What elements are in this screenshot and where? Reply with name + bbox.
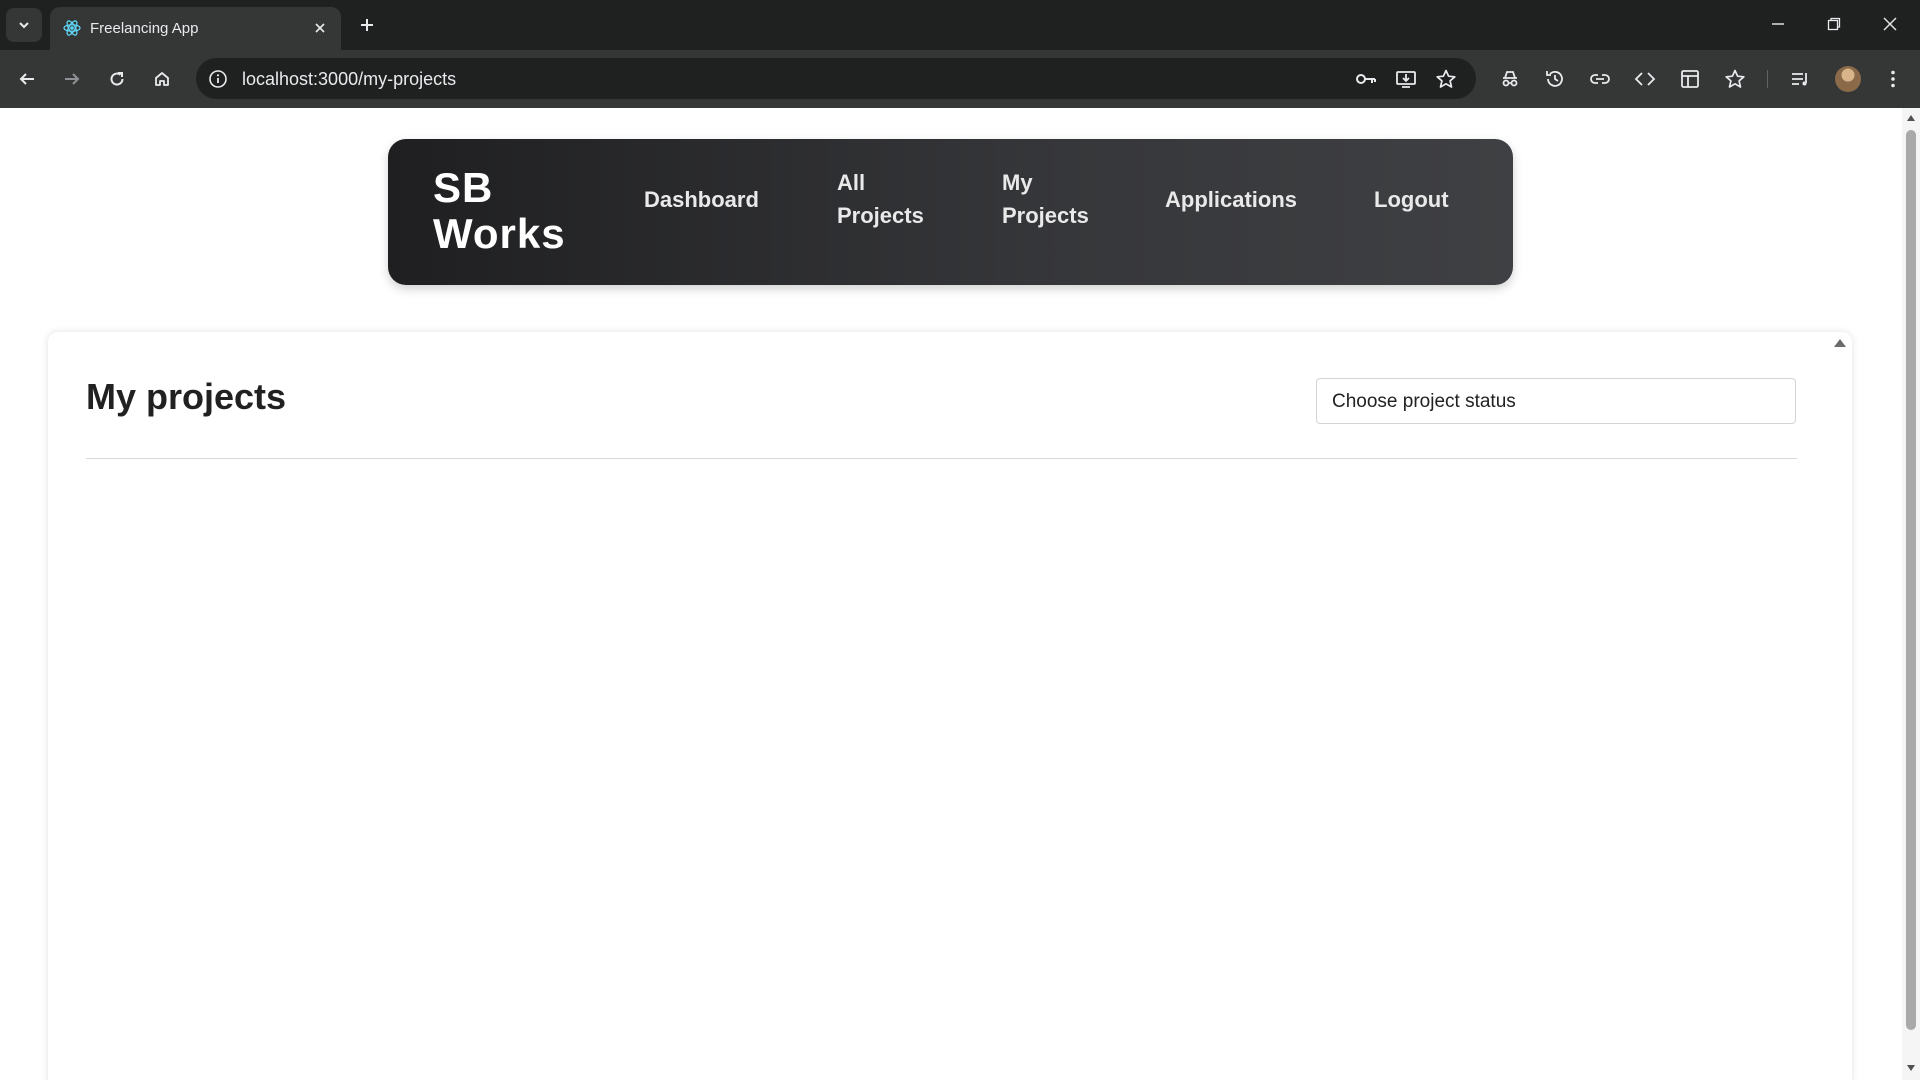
nav-link-label: My (1002, 170, 1033, 195)
back-button[interactable] (9, 61, 45, 97)
scroll-down-button[interactable] (1906, 1062, 1916, 1074)
triangle-down-icon (1907, 1065, 1915, 1071)
favorites-button[interactable] (1722, 66, 1748, 92)
install-app-button[interactable] (1394, 67, 1418, 91)
nav-link-label: All (837, 170, 866, 195)
page-scrollbar[interactable] (1902, 108, 1920, 1080)
browser-tab-strip: Freelancing App (0, 0, 1920, 50)
react-logo-icon (63, 20, 81, 36)
restore-icon (1827, 17, 1841, 31)
status-select-value: Choose project status (1332, 391, 1516, 412)
arrow-right-icon (65, 73, 80, 85)
triangle-up-icon (1907, 115, 1915, 121)
media-control-button[interactable] (1787, 66, 1813, 92)
close-icon (1883, 17, 1897, 31)
code-icon (1634, 72, 1656, 86)
star-icon (1436, 69, 1456, 88)
scroll-up-button[interactable] (1906, 112, 1916, 124)
nav-link-applications[interactable]: Applications (1165, 183, 1297, 216)
my-projects-card: My projects Choose project status (48, 332, 1852, 1080)
incognito-button[interactable] (1497, 66, 1523, 92)
info-icon (209, 70, 227, 88)
star-add-icon (1725, 69, 1745, 88)
plus-icon (361, 19, 373, 31)
brand-line-2: Works (433, 210, 566, 257)
home-button[interactable] (144, 61, 180, 97)
tab-search-button[interactable] (6, 8, 42, 42)
install-icon (1396, 71, 1416, 88)
restore-button[interactable] (1806, 0, 1862, 48)
layout-icon (1681, 70, 1699, 88)
home-icon (155, 72, 169, 86)
playlist-icon (1792, 73, 1807, 86)
nav-link-label: Projects (1002, 203, 1089, 228)
forward-button[interactable] (54, 61, 90, 97)
side-panel-button[interactable] (1677, 66, 1703, 92)
app-navbar: SB Works Dashboard All Projects My Proje… (388, 139, 1513, 285)
profile-avatar[interactable] (1835, 66, 1861, 92)
history-icon (1546, 71, 1563, 87)
page-viewport: SB Works Dashboard All Projects My Proje… (0, 108, 1902, 1080)
nav-link-all-projects[interactable]: All Projects (837, 166, 924, 232)
reload-icon (110, 72, 124, 86)
tab-title: Freelancing App (90, 20, 199, 37)
nav-link-logout[interactable]: Logout (1374, 183, 1449, 216)
close-window-button[interactable] (1862, 0, 1918, 48)
address-bar[interactable]: localhost:3000/my-projects (196, 58, 1476, 99)
devtools-button[interactable] (1632, 66, 1658, 92)
link-icon (1590, 74, 1610, 84)
scrollbar-thumb[interactable] (1906, 130, 1916, 1030)
brand-line-1: SB (433, 164, 494, 211)
minimize-button[interactable] (1750, 0, 1806, 48)
nav-link-dashboard[interactable]: Dashboard (644, 183, 759, 216)
password-key-button[interactable] (1354, 67, 1378, 91)
tab-close-button[interactable] (309, 17, 331, 39)
more-vertical-icon (1891, 70, 1895, 88)
arrow-left-icon (19, 73, 34, 85)
new-tab-button[interactable] (352, 10, 382, 40)
chevron-down-icon (19, 22, 29, 29)
close-icon (315, 23, 325, 33)
browser-menu-button[interactable] (1880, 66, 1906, 92)
card-scroll-up-icon[interactable] (1833, 337, 1847, 349)
minimize-icon (1772, 23, 1784, 25)
toolbar-separator (1767, 70, 1768, 88)
brand-logo[interactable]: SB Works (433, 165, 583, 257)
key-icon (1356, 74, 1376, 84)
bookmark-star-button[interactable] (1434, 67, 1458, 91)
browser-tab-active[interactable]: Freelancing App (50, 7, 341, 50)
nav-link-label: Applications (1165, 187, 1298, 212)
nav-link-my-projects[interactable]: My Projects (1002, 166, 1089, 232)
site-info-button[interactable] (206, 67, 230, 91)
reload-button[interactable] (99, 61, 135, 97)
incognito-icon (1502, 71, 1518, 87)
nav-link-label: Logout (1374, 187, 1449, 212)
nav-link-label: Projects (837, 203, 924, 228)
nav-link-label: Dashboard (644, 187, 759, 212)
page-title: My projects (86, 376, 287, 417)
address-url[interactable]: localhost:3000/my-projects (242, 69, 456, 90)
project-status-select[interactable]: Choose project status (1316, 378, 1796, 424)
browser-toolbar: localhost:3000/my-projects (0, 50, 1920, 108)
copy-link-button[interactable] (1587, 66, 1613, 92)
divider (86, 458, 1797, 459)
history-button[interactable] (1542, 66, 1568, 92)
